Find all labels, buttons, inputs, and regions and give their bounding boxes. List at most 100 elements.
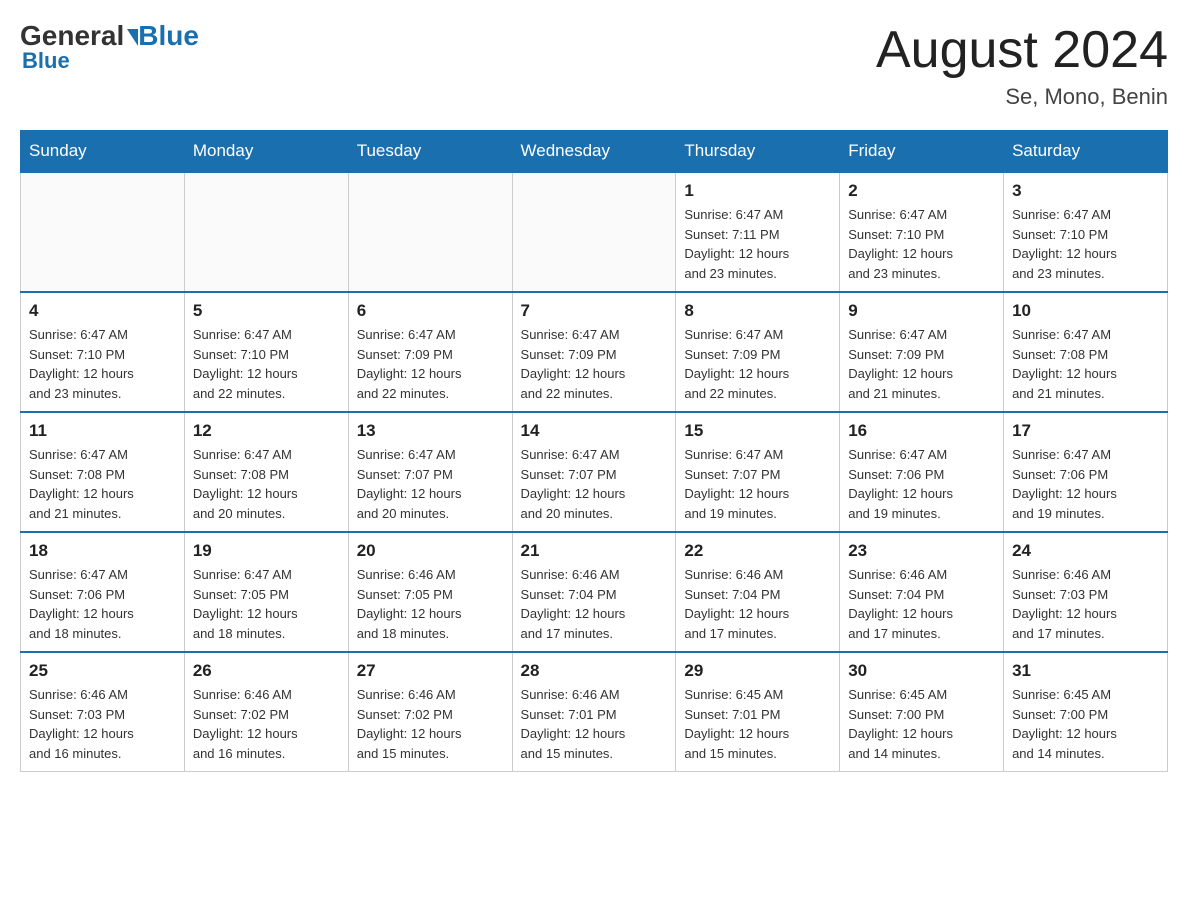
day-number: 3 — [1012, 181, 1159, 201]
day-number: 7 — [521, 301, 668, 321]
calendar-cell: 9 Sunrise: 6:47 AM Sunset: 7:09 PM Daylig… — [840, 292, 1004, 412]
day-number: 4 — [29, 301, 176, 321]
day-number: 23 — [848, 541, 995, 561]
page-header: General Blue Blue August 2024 Se, Mono, … — [20, 20, 1168, 110]
calendar-cell: 31 Sunrise: 6:45 AM Sunset: 7:00 PM Dayli… — [1004, 652, 1168, 772]
day-info: Sunrise: 6:47 AM Sunset: 7:10 PM Dayligh… — [1012, 205, 1159, 283]
calendar-cell: 23 Sunrise: 6:46 AM Sunset: 7:04 PM Dayli… — [840, 532, 1004, 652]
day-number: 13 — [357, 421, 504, 441]
day-number: 9 — [848, 301, 995, 321]
day-of-week-monday: Monday — [184, 131, 348, 173]
calendar-cell: 6 Sunrise: 6:47 AM Sunset: 7:09 PM Daylig… — [348, 292, 512, 412]
day-number: 24 — [1012, 541, 1159, 561]
day-number: 26 — [193, 661, 340, 681]
calendar-week-5: 25 Sunrise: 6:46 AM Sunset: 7:03 PM Dayli… — [21, 652, 1168, 772]
day-of-week-saturday: Saturday — [1004, 131, 1168, 173]
calendar-cell: 28Sunrise: 6:46 AM Sunset: 7:01 PM Dayli… — [512, 652, 676, 772]
day-number: 17 — [1012, 421, 1159, 441]
calendar-cell — [512, 172, 676, 292]
calendar-cell: 15Sunrise: 6:47 AM Sunset: 7:07 PM Dayli… — [676, 412, 840, 532]
day-number: 6 — [357, 301, 504, 321]
day-info: Sunrise: 6:47 AM Sunset: 7:09 PM Dayligh… — [848, 325, 995, 403]
calendar-cell: 2Sunrise: 6:47 AM Sunset: 7:10 PM Daylig… — [840, 172, 1004, 292]
day-info: Sunrise: 6:47 AM Sunset: 7:08 PM Dayligh… — [29, 445, 176, 523]
day-info: Sunrise: 6:45 AM Sunset: 7:01 PM Dayligh… — [684, 685, 831, 763]
day-info: Sunrise: 6:47 AM Sunset: 7:09 PM Dayligh… — [521, 325, 668, 403]
day-number: 11 — [29, 421, 176, 441]
calendar-cell: 26 Sunrise: 6:46 AM Sunset: 7:02 PM Dayli… — [184, 652, 348, 772]
day-info: Sunrise: 6:47 AM Sunset: 7:10 PM Dayligh… — [848, 205, 995, 283]
logo: General Blue Blue — [20, 20, 199, 74]
day-of-week-friday: Friday — [840, 131, 1004, 173]
day-info: Sunrise: 6:45 AM Sunset: 7:00 PM Dayligh… — [848, 685, 995, 763]
calendar-cell: 14 Sunrise: 6:47 AM Sunset: 7:07 PM Dayli… — [512, 412, 676, 532]
day-number: 16 — [848, 421, 995, 441]
calendar-cell: 17Sunrise: 6:47 AM Sunset: 7:06 PM Dayli… — [1004, 412, 1168, 532]
day-info: Sunrise: 6:47 AM Sunset: 7:11 PM Dayligh… — [684, 205, 831, 283]
day-number: 12 — [193, 421, 340, 441]
calendar-cell: 12 Sunrise: 6:47 AM Sunset: 7:08 PM Dayli… — [184, 412, 348, 532]
day-info: Sunrise: 6:46 AM Sunset: 7:04 PM Dayligh… — [521, 565, 668, 643]
day-info: Sunrise: 6:47 AM Sunset: 7:07 PM Dayligh… — [521, 445, 668, 523]
calendar-cell: 20 Sunrise: 6:46 AM Sunset: 7:05 PM Dayli… — [348, 532, 512, 652]
day-number: 21 — [521, 541, 668, 561]
day-number: 27 — [357, 661, 504, 681]
calendar-cell: 16 Sunrise: 6:47 AM Sunset: 7:06 PM Dayli… — [840, 412, 1004, 532]
calendar-table: SundayMondayTuesdayWednesdayThursdayFrid… — [20, 130, 1168, 772]
day-number: 28 — [521, 661, 668, 681]
day-info: Sunrise: 6:47 AM Sunset: 7:07 PM Dayligh… — [684, 445, 831, 523]
calendar-cell: 3 Sunrise: 6:47 AM Sunset: 7:10 PM Daylig… — [1004, 172, 1168, 292]
day-info: Sunrise: 6:47 AM Sunset: 7:08 PM Dayligh… — [193, 445, 340, 523]
day-info: Sunrise: 6:46 AM Sunset: 7:05 PM Dayligh… — [357, 565, 504, 643]
calendar-cell — [348, 172, 512, 292]
calendar-cell: 10Sunrise: 6:47 AM Sunset: 7:08 PM Dayli… — [1004, 292, 1168, 412]
day-info: Sunrise: 6:47 AM Sunset: 7:10 PM Dayligh… — [193, 325, 340, 403]
day-info: Sunrise: 6:46 AM Sunset: 7:02 PM Dayligh… — [193, 685, 340, 763]
day-info: Sunrise: 6:46 AM Sunset: 7:03 PM Dayligh… — [1012, 565, 1159, 643]
location: Se, Mono, Benin — [876, 84, 1168, 110]
calendar-cell: 1Sunrise: 6:47 AM Sunset: 7:11 PM Daylig… — [676, 172, 840, 292]
calendar-cell: 21 Sunrise: 6:46 AM Sunset: 7:04 PM Dayli… — [512, 532, 676, 652]
day-info: Sunrise: 6:47 AM Sunset: 7:06 PM Dayligh… — [848, 445, 995, 523]
calendar-cell — [21, 172, 185, 292]
day-info: Sunrise: 6:47 AM Sunset: 7:09 PM Dayligh… — [357, 325, 504, 403]
day-info: Sunrise: 6:45 AM Sunset: 7:00 PM Dayligh… — [1012, 685, 1159, 763]
day-info: Sunrise: 6:46 AM Sunset: 7:02 PM Dayligh… — [357, 685, 504, 763]
day-number: 5 — [193, 301, 340, 321]
day-number: 31 — [1012, 661, 1159, 681]
calendar-cell: 8 Sunrise: 6:47 AM Sunset: 7:09 PM Daylig… — [676, 292, 840, 412]
day-number: 10 — [1012, 301, 1159, 321]
day-number: 29 — [684, 661, 831, 681]
calendar-cell: 19 Sunrise: 6:47 AM Sunset: 7:05 PM Dayli… — [184, 532, 348, 652]
day-number: 14 — [521, 421, 668, 441]
day-of-week-wednesday: Wednesday — [512, 131, 676, 173]
calendar-cell: 24 Sunrise: 6:46 AM Sunset: 7:03 PM Dayli… — [1004, 532, 1168, 652]
calendar-week-3: 11 Sunrise: 6:47 AM Sunset: 7:08 PM Dayli… — [21, 412, 1168, 532]
month-title: August 2024 — [876, 20, 1168, 80]
day-info: Sunrise: 6:47 AM Sunset: 7:05 PM Dayligh… — [193, 565, 340, 643]
day-number: 8 — [684, 301, 831, 321]
day-info: Sunrise: 6:46 AM Sunset: 7:03 PM Dayligh… — [29, 685, 176, 763]
logo-triangle-icon — [127, 29, 138, 46]
calendar-cell: 11 Sunrise: 6:47 AM Sunset: 7:08 PM Dayli… — [21, 412, 185, 532]
calendar-cell: 25 Sunrise: 6:46 AM Sunset: 7:03 PM Dayli… — [21, 652, 185, 772]
calendar-header-row: SundayMondayTuesdayWednesdayThursdayFrid… — [21, 131, 1168, 173]
logo-blue-text: Blue — [138, 20, 199, 52]
day-of-week-sunday: Sunday — [21, 131, 185, 173]
calendar-cell: 27 Sunrise: 6:46 AM Sunset: 7:02 PM Dayli… — [348, 652, 512, 772]
day-number: 22 — [684, 541, 831, 561]
day-info: Sunrise: 6:46 AM Sunset: 7:04 PM Dayligh… — [684, 565, 831, 643]
calendar-cell: 29 Sunrise: 6:45 AM Sunset: 7:01 PM Dayli… — [676, 652, 840, 772]
day-of-week-thursday: Thursday — [676, 131, 840, 173]
day-info: Sunrise: 6:46 AM Sunset: 7:04 PM Dayligh… — [848, 565, 995, 643]
calendar-cell: 22 Sunrise: 6:46 AM Sunset: 7:04 PM Dayli… — [676, 532, 840, 652]
calendar-cell: 18Sunrise: 6:47 AM Sunset: 7:06 PM Dayli… — [21, 532, 185, 652]
day-info: Sunrise: 6:47 AM Sunset: 7:09 PM Dayligh… — [684, 325, 831, 403]
calendar-cell: 4 Sunrise: 6:47 AM Sunset: 7:10 PM Daylig… — [21, 292, 185, 412]
calendar-week-1: 1Sunrise: 6:47 AM Sunset: 7:11 PM Daylig… — [21, 172, 1168, 292]
day-info: Sunrise: 6:47 AM Sunset: 7:10 PM Dayligh… — [29, 325, 176, 403]
day-number: 25 — [29, 661, 176, 681]
calendar-cell: 13Sunrise: 6:47 AM Sunset: 7:07 PM Dayli… — [348, 412, 512, 532]
day-number: 19 — [193, 541, 340, 561]
day-number: 20 — [357, 541, 504, 561]
